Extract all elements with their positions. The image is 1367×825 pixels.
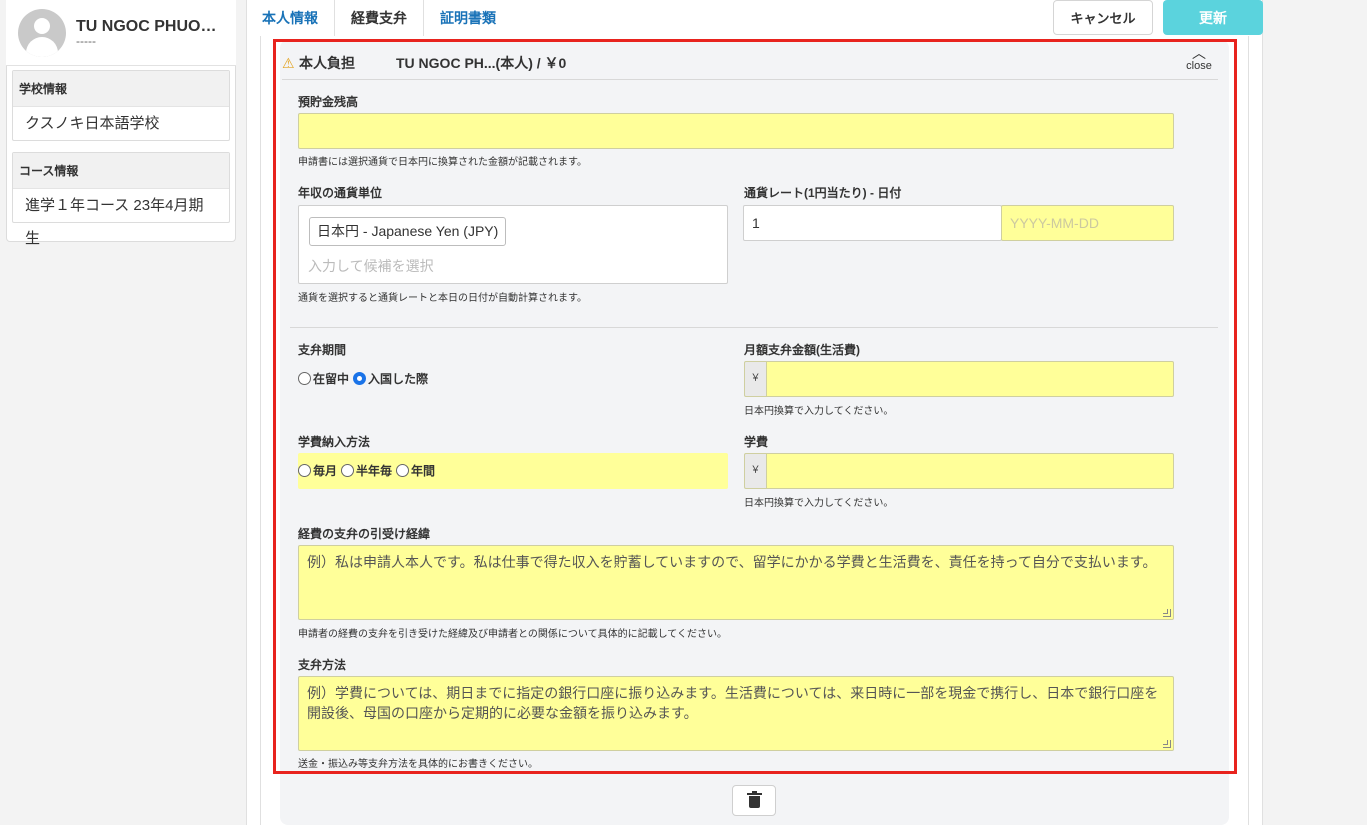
profile-card: TU NGOC PHUO… ----- [6, 0, 236, 66]
method-help: 送金・振込み等支弁方法を具体的にお書きください。 [298, 759, 538, 770]
profile-name: TU NGOC PHUO… [76, 17, 217, 35]
update-button[interactable]: 更新 [1163, 0, 1263, 35]
monthly-help: 日本円換算で入力してください。 [744, 406, 894, 417]
tuition-help: 日本円換算で入力してください。 [744, 498, 894, 509]
tuition-yen-prefix: ￥ [744, 453, 766, 489]
currency-help: 通貨を選択すると通貨レートと本日の日付が自動計算されます。 [298, 293, 587, 304]
school-info-header: 学校情報 [13, 71, 229, 107]
payment-option-yearly: 年間 [411, 464, 436, 478]
period-radio-group: 在留中 入国した際 [298, 370, 428, 387]
course-info-box: コース情報 進学１年コース 23年4月期生 [12, 152, 230, 247]
tab-bar: 本人情報 経費支弁 証明書類 [246, 0, 512, 36]
avatar-icon [18, 8, 66, 57]
payment-option-monthly: 毎月 [313, 464, 338, 478]
savings-label: 預貯金残高 [298, 95, 359, 109]
resize-grip-icon[interactable] [1163, 740, 1171, 748]
savings-help: 申請書には選択通貨で日本円に換算された金額が記載されます。 [298, 157, 587, 168]
school-info-box: 学校情報 クスノキ日本語学校 [12, 70, 230, 141]
rate-input[interactable]: 1 [743, 205, 1002, 241]
course-info-header: コース情報 [13, 153, 229, 189]
profile-sub: ----- [76, 33, 96, 48]
payment-radio-group: 毎月 半年毎 年間 [298, 462, 435, 479]
period-label: 支弁期間 [298, 343, 347, 357]
monthly-input[interactable] [766, 361, 1174, 397]
course-info-value: 進学１年コース 23年4月期生 [25, 197, 204, 247]
method-placeholder: 例）学費については、期日までに指定の銀行口座に振り込みます。生活費については、来… [307, 685, 1159, 721]
history-placeholder: 例）私は申請人本人です。私は仕事で得た収入を貯蓄していますので、留学にかかる学費… [307, 554, 1157, 570]
tab-expenses[interactable]: 経費支弁 [334, 0, 424, 36]
panel-subtitle: TU NGOC PH...(本人) / ￥0 [396, 54, 567, 71]
savings-input[interactable] [298, 113, 1174, 149]
history-label: 経費の支弁の引受け経緯 [298, 527, 431, 541]
period-option-entry: 入国した際 [368, 372, 429, 386]
payment-radio-halfyear[interactable] [341, 464, 355, 477]
method-label: 支弁方法 [298, 658, 347, 672]
payment-radio-yearly[interactable] [396, 464, 410, 477]
period-radio-staying[interactable] [298, 372, 311, 385]
warning-icon: ⚠ [282, 54, 295, 71]
currency-label: 年収の通貨単位 [298, 186, 383, 200]
school-info-value: クスノキ日本語学校 [25, 115, 160, 132]
currency-select[interactable]: 日本円 - Japanese Yen (JPY) 入力して候補を選択 [298, 205, 728, 284]
currency-chip[interactable]: 日本円 - Japanese Yen (JPY) [309, 217, 507, 246]
rate-date-input[interactable]: YYYY-MM-DD [1001, 205, 1174, 241]
monthly-yen-prefix: ￥ [744, 361, 766, 397]
monthly-label: 月額支弁金額(生活費) [744, 343, 860, 357]
tuition-label: 学費 [744, 435, 769, 449]
payment-radio-monthly[interactable] [298, 464, 311, 477]
history-textarea[interactable]: 例）私は申請人本人です。私は仕事で得た収入を貯蓄していますので、留学にかかる学費… [298, 545, 1174, 620]
section-divider [290, 327, 1218, 328]
cancel-button[interactable]: キャンセル [1053, 0, 1153, 35]
method-textarea[interactable]: 例）学費については、期日までに指定の銀行口座に振り込みます。生活費については、来… [298, 676, 1174, 751]
payment-option-halfyear: 半年毎 [356, 464, 393, 478]
delete-button[interactable] [732, 785, 776, 816]
panel-header: ⚠ 本人負担 TU NGOC PH...(本人) / ￥0 ︿ close [282, 46, 1218, 80]
resize-grip-icon[interactable] [1163, 609, 1171, 617]
tab-personal-info[interactable]: 本人情報 [246, 0, 334, 36]
close-label: close [1186, 60, 1212, 72]
close-toggle[interactable]: ︿ close [1181, 46, 1217, 72]
rate-label: 通貨レート(1円当たり) - 日付 [744, 186, 902, 200]
period-option-staying: 在留中 [313, 372, 350, 386]
currency-placeholder: 入力して候補を選択 [308, 258, 434, 274]
payment-label: 学費納入方法 [298, 435, 371, 449]
period-radio-entry[interactable] [353, 372, 367, 385]
tuition-input[interactable] [766, 453, 1174, 489]
tab-certificates[interactable]: 証明書類 [424, 0, 512, 36]
panel-title: 本人負担 [299, 54, 355, 71]
chevron-up-icon: ︿ [1192, 45, 1206, 61]
history-help: 申請者の経費の支弁を引き受けた経緯及び申請者との関係について具体的に記載してくだ… [298, 629, 727, 640]
